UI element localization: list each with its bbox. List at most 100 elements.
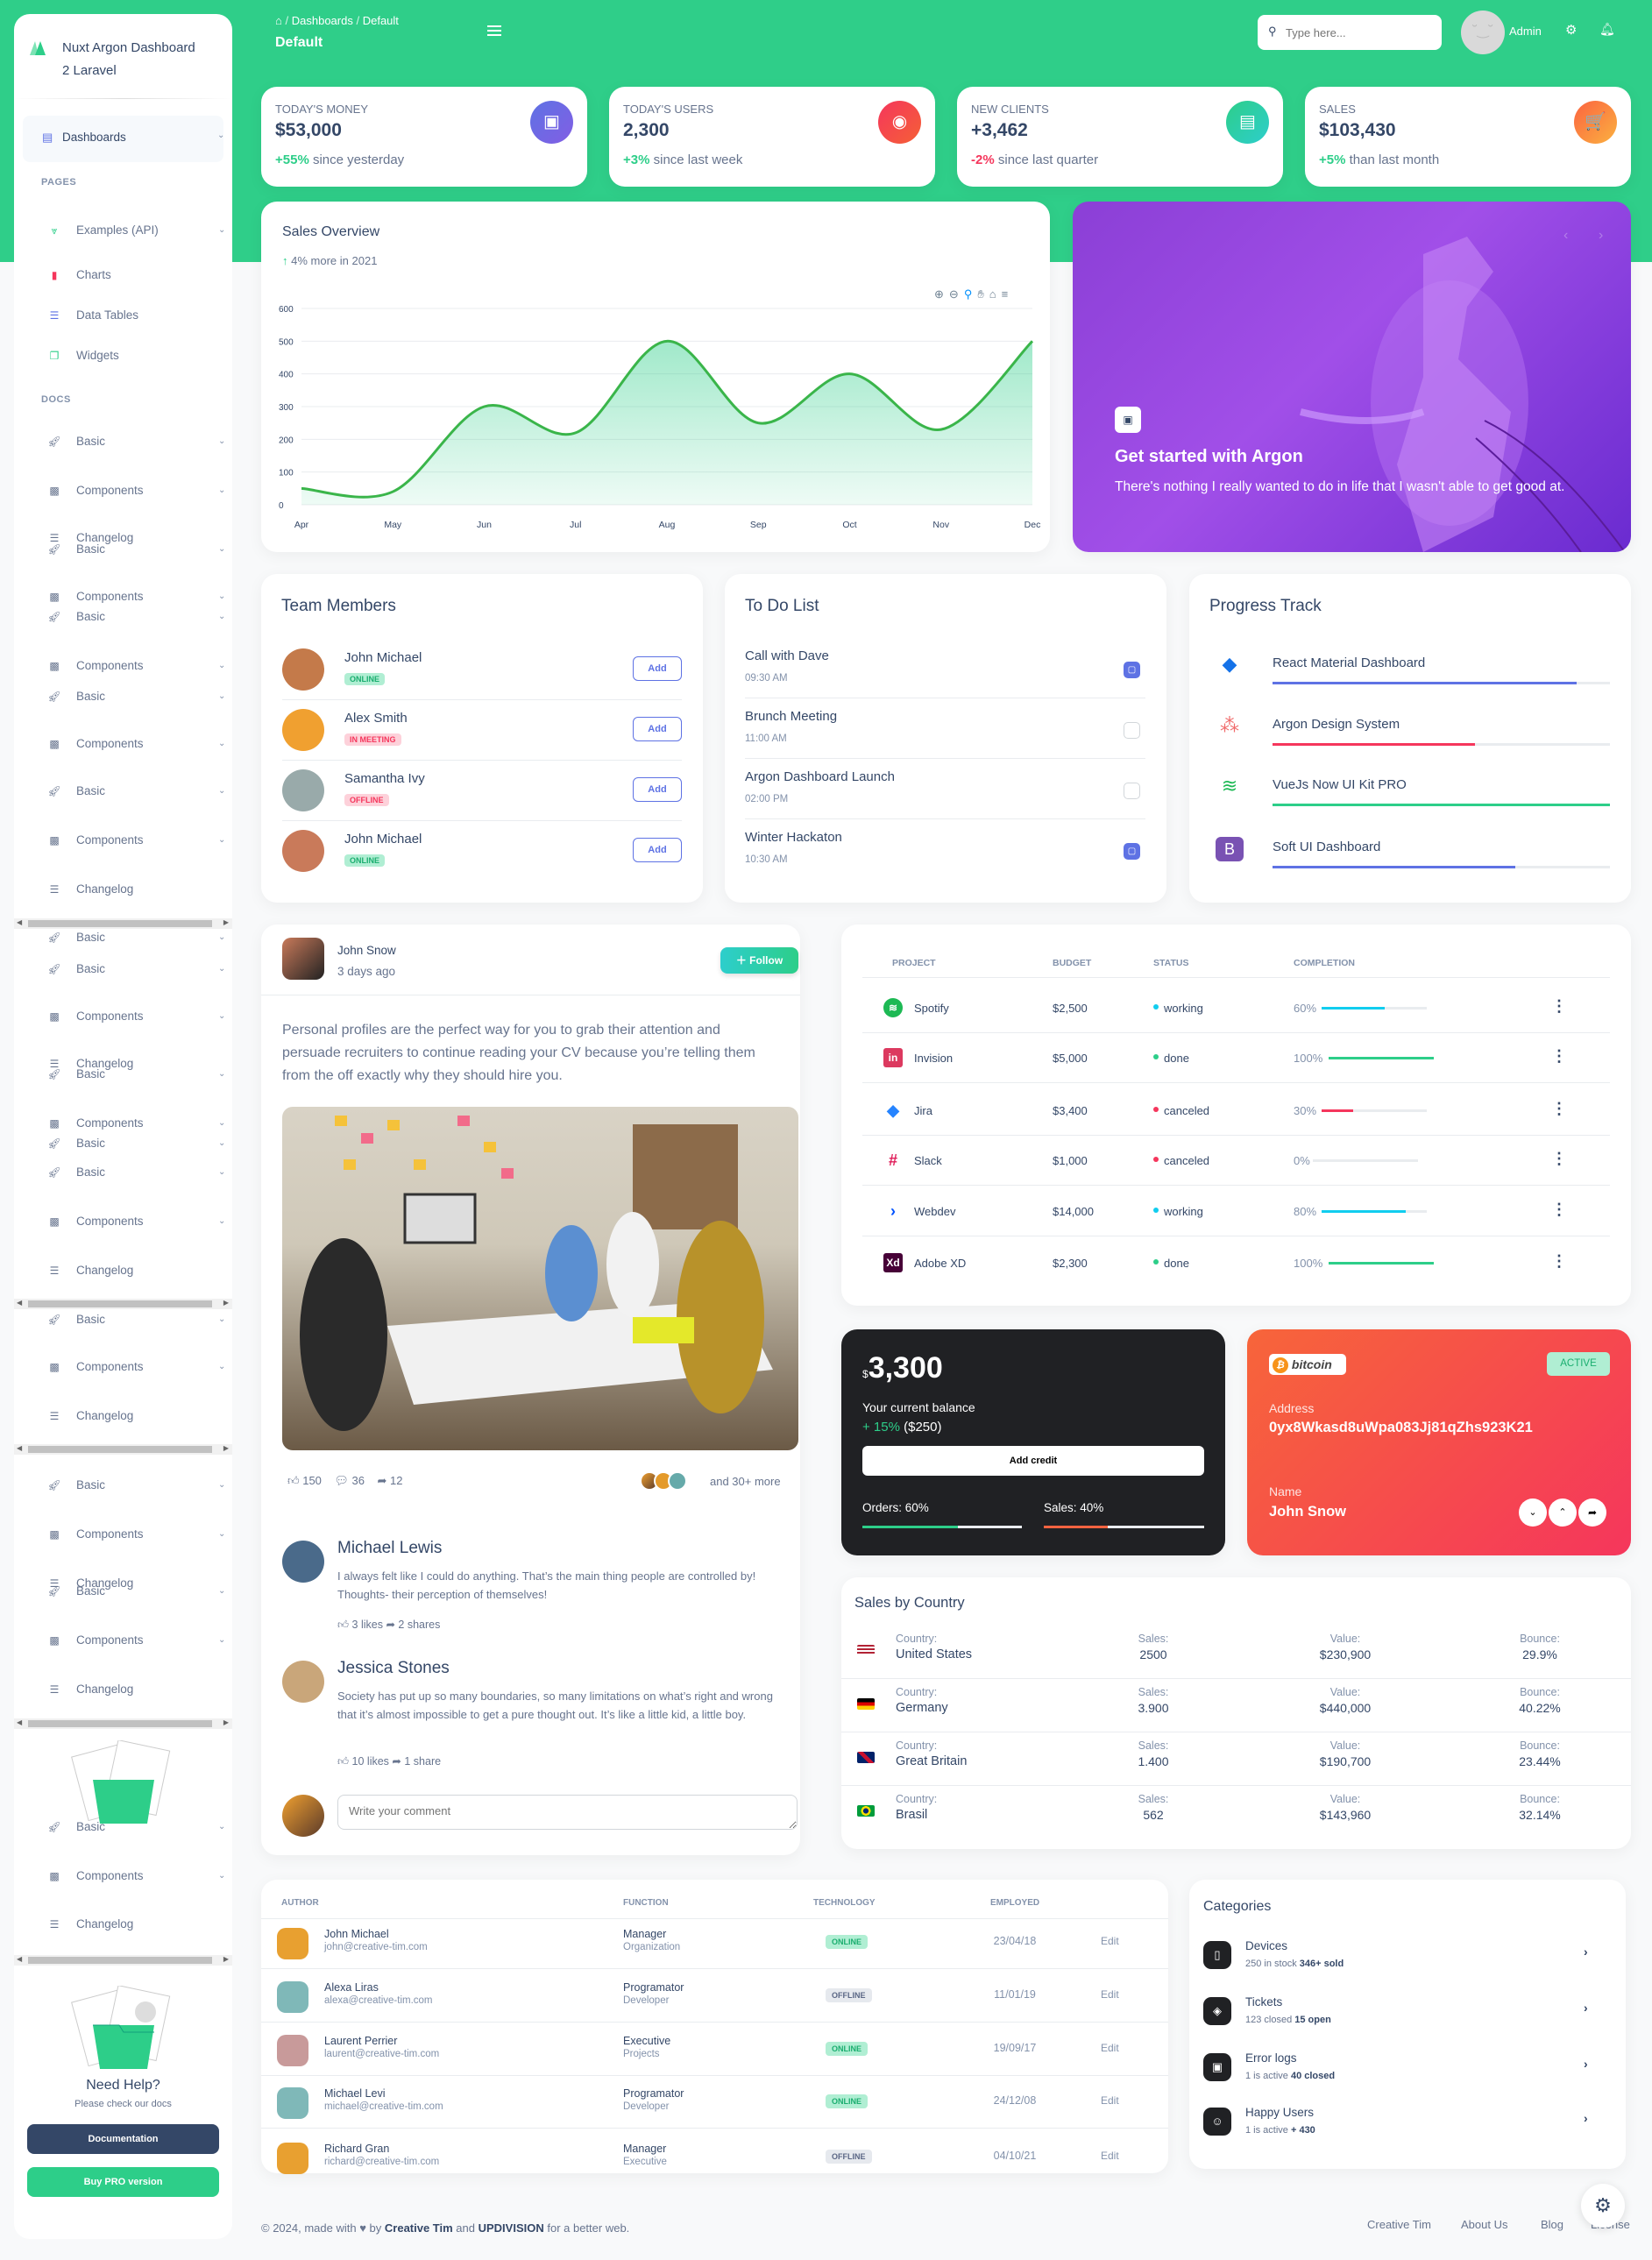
progress-label[interactable]: Argon Design System <box>1273 717 1400 732</box>
progress-label[interactable]: VueJs Now UI Kit PRO <box>1273 777 1407 792</box>
add-button[interactable]: Add <box>633 656 682 681</box>
project-name[interactable]: Slack <box>914 1154 942 1167</box>
sidebar-scrollbar[interactable]: ◀ ▶ <box>14 1299 232 1309</box>
sidebar-item-changelog[interactable]: ☰ Changelog <box>47 1407 223 1425</box>
updivision-link[interactable]: UPDIVISION <box>479 2221 544 2235</box>
scroll-right-icon[interactable]: ▶ <box>223 1444 229 1452</box>
search-box[interactable]: ⚲ <box>1258 15 1442 50</box>
scrollbar-thumb[interactable] <box>28 1957 212 1964</box>
project-name[interactable]: Invision <box>914 1052 953 1065</box>
member-name[interactable]: John Michael <box>344 650 422 665</box>
sidebar-item-components[interactable]: ▩ Components ⌄ <box>47 735 225 753</box>
add-button[interactable]: Add <box>633 777 682 802</box>
follow-button[interactable]: ＋ Follow <box>720 947 798 974</box>
project-name[interactable]: Webdev <box>914 1205 955 1218</box>
scrollbar-thumb[interactable] <box>28 1446 212 1453</box>
more-options-icon[interactable]: ⋮ <box>1551 1150 1567 1168</box>
sidebar-item-components[interactable]: ▩ Components ⌄ <box>47 657 225 675</box>
edit-link[interactable]: Edit <box>1101 2042 1119 2054</box>
todo-checkbox[interactable]: ▢ <box>1124 843 1140 860</box>
category-item[interactable]: ▯ Devices 250 in stock 346+ sold › <box>1189 1938 1626 1976</box>
category-item[interactable]: ▣ Error logs 1 is active 40 closed › <box>1189 2050 1626 2088</box>
sidebar-item-basic[interactable]: 🚀︎ Basic ⌄ <box>47 1135 225 1152</box>
sidebar-item-basic[interactable]: 🚀︎ Basic ⌄ <box>47 541 225 558</box>
sidebar-item-basic[interactable]: 🚀︎ Basic ⌄ <box>47 1311 225 1328</box>
scroll-right-icon[interactable]: ▶ <box>223 1299 229 1307</box>
sidebar-scrollbar[interactable]: ◀ ▶ <box>14 1444 232 1455</box>
add-credit-button[interactable]: Add credit <box>862 1446 1204 1476</box>
settings-fab-gear-icon[interactable]: ⚙ <box>1581 2184 1625 2228</box>
more-options-icon[interactable]: ⋮ <box>1551 1047 1567 1066</box>
sidebar-item-changelog[interactable]: ☰ Changelog <box>47 1916 223 1933</box>
creative-tim-link[interactable]: Creative Tim <box>385 2221 453 2235</box>
sidebar-item-components[interactable]: ▩ Components ⌄ <box>47 1358 225 1376</box>
sidebar-item-basic[interactable]: 🚀︎ Basic ⌄ <box>47 608 225 626</box>
scroll-left-icon[interactable]: ◀ <box>17 1955 22 1963</box>
sidebar-item-components[interactable]: ▩ Components ⌄ <box>47 1213 225 1230</box>
scroll-right-icon[interactable]: ▶ <box>223 1955 229 1963</box>
comment-input[interactable] <box>337 1795 798 1830</box>
sidebar-item-basic[interactable]: 🚀︎ Basic ⌄ <box>47 688 225 705</box>
like-icon[interactable]: 👍︎ <box>337 1755 352 1768</box>
sidebar-item-widgets[interactable]: ❐ Widgets <box>47 347 223 365</box>
sidebar-scrollbar[interactable]: ◀ ▶ <box>14 918 232 929</box>
edit-link[interactable]: Edit <box>1101 2150 1119 2162</box>
sidebar-item-components[interactable]: ▩ Components ⌄ <box>47 482 225 499</box>
sidebar-item-basic[interactable]: 🚀︎ Basic ⌄ <box>47 1066 225 1083</box>
scroll-right-icon[interactable]: ▶ <box>223 918 229 926</box>
share-icon[interactable]: ➦ <box>383 1619 398 1631</box>
scroll-left-icon[interactable]: ◀ <box>17 918 22 926</box>
chevron-down-button[interactable]: ⌄ <box>1519 1498 1547 1527</box>
footer-link-about-us[interactable]: About Us <box>1461 2218 1507 2231</box>
gear-icon[interactable]: ⚙ <box>1565 22 1577 38</box>
sidebar-scrollbar[interactable]: ◀ ▶ <box>14 1955 232 1966</box>
chevron-right-icon[interactable]: › <box>1584 2057 1588 2071</box>
edit-link[interactable]: Edit <box>1101 1935 1119 1947</box>
more-options-icon[interactable]: ⋮ <box>1551 1100 1567 1118</box>
bell-icon[interactable]: 🔔︎ <box>1599 22 1615 37</box>
edit-link[interactable]: Edit <box>1101 2094 1119 2107</box>
project-name[interactable]: Spotify <box>914 1002 949 1015</box>
avatar[interactable]: ˘‿˘ <box>1461 11 1505 54</box>
chevron-right-icon[interactable]: › <box>1584 2001 1588 2015</box>
carousel-next-icon[interactable]: › <box>1599 228 1603 244</box>
sidebar-item-basic[interactable]: 🚀︎ Basic ⌄ <box>47 929 225 946</box>
add-button[interactable]: Add <box>633 838 682 862</box>
sidebar-item-basic[interactable]: 🚀︎ Basic ⌄ <box>47 1164 225 1181</box>
like-icon[interactable]: 👍︎ <box>337 1619 352 1631</box>
brand-name[interactable]: Nuxt Argon Dashboard 2 Laravel <box>62 37 195 82</box>
sidebar-item-components[interactable]: ▩ Components ⌄ <box>47 1115 225 1132</box>
more-options-icon[interactable]: ⋮ <box>1551 997 1567 1016</box>
chevron-up-button[interactable]: ⌃ <box>1549 1498 1577 1527</box>
comment-icon[interactable]: 💬︎ <box>334 1474 349 1487</box>
post-author[interactable]: John Snow <box>337 944 396 957</box>
progress-label[interactable]: React Material Dashboard <box>1273 655 1425 670</box>
project-name[interactable]: Adobe XD <box>914 1257 966 1270</box>
member-name[interactable]: John Michael <box>344 832 422 847</box>
search-input[interactable] <box>1286 22 1430 43</box>
share-icon[interactable]: ➦ <box>389 1755 404 1768</box>
footer-link-creative-tim[interactable]: Creative Tim <box>1367 2218 1431 2231</box>
sidebar-item-components[interactable]: ▩ Components ⌄ <box>47 1867 225 1885</box>
sidebar-item-basic[interactable]: 🚀︎ Basic ⌄ <box>47 783 225 800</box>
sidebar-item-data-tables[interactable]: ☰ Data Tables <box>47 307 223 324</box>
scrollbar-thumb[interactable] <box>28 920 212 927</box>
documentation-button[interactable]: Documentation <box>27 2124 219 2154</box>
sidebar-item-examples-api-[interactable]: ⩔ Examples (API) ⌄ <box>47 222 226 239</box>
buy-pro-button[interactable]: Buy PRO version <box>27 2167 219 2197</box>
project-name[interactable]: Jira <box>914 1104 932 1117</box>
footer-link-blog[interactable]: Blog <box>1541 2218 1563 2231</box>
scroll-left-icon[interactable]: ◀ <box>17 1299 22 1307</box>
todo-checkbox[interactable]: ▢ <box>1124 662 1140 678</box>
add-button[interactable]: Add <box>633 717 682 741</box>
todo-checkbox[interactable] <box>1124 722 1140 739</box>
category-item[interactable]: ☺ Happy Users 1 is active + 430 › <box>1189 2104 1626 2143</box>
home-icon[interactable]: ⌂ <box>275 14 282 27</box>
like-icon[interactable]: 👍︎ <box>287 1474 300 1487</box>
chevron-right-icon[interactable]: › <box>1584 1945 1588 1959</box>
member-name[interactable]: Samantha Ivy <box>344 771 425 786</box>
scroll-right-icon[interactable]: ▶ <box>223 1718 229 1726</box>
share-button[interactable]: ➦ <box>1578 1498 1606 1527</box>
hamburger-menu-icon[interactable] <box>487 23 501 39</box>
chevron-right-icon[interactable]: › <box>1584 2111 1588 2125</box>
